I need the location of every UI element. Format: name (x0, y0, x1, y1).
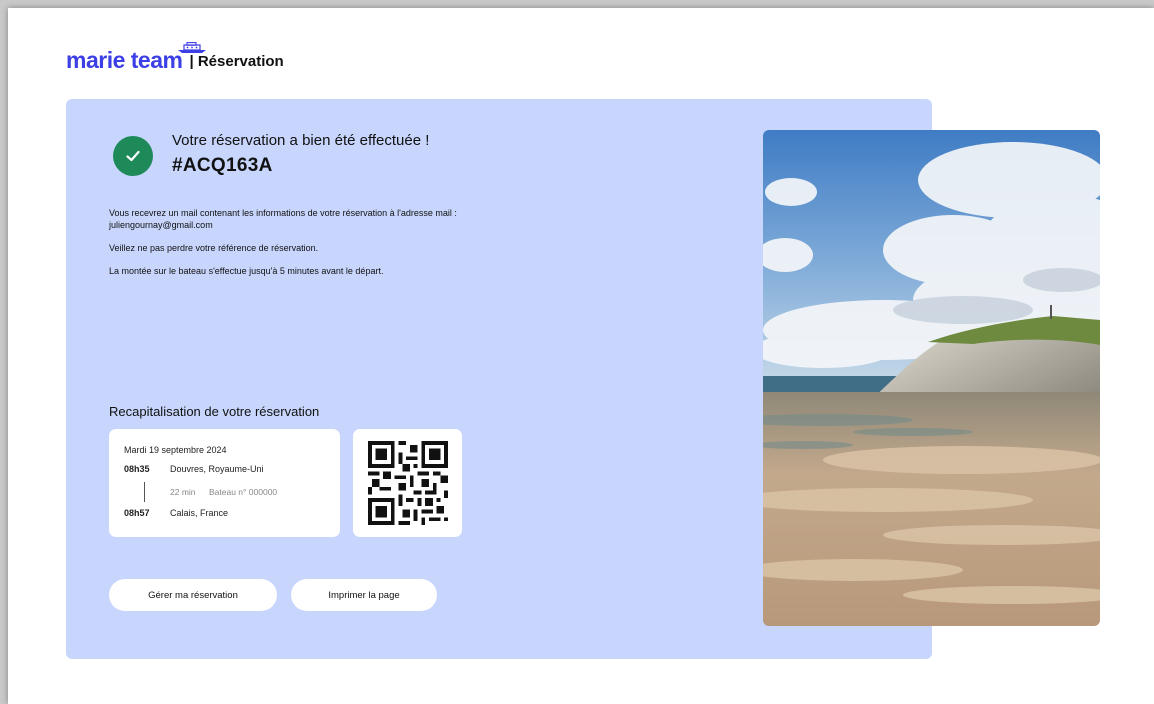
header-brand: marie team | Réservation (66, 42, 284, 72)
recap-title: Recapitalisation de votre réservation (109, 404, 320, 419)
info-email: juliengournay@gmail.com (109, 220, 213, 230)
arrival-place: Calais, France (170, 508, 229, 518)
trip-duration: 22 min (170, 487, 196, 497)
route-line (144, 482, 145, 502)
reservation-reference: #ACQ163A (172, 155, 273, 176)
manage-reservation-button[interactable]: Gérer ma réservation (109, 579, 277, 611)
check-circle-icon (113, 136, 153, 176)
section-label: | Réservation (189, 53, 284, 70)
info-reference-text: Veillez ne pas perdre votre référence de… (109, 243, 319, 253)
confirmation-title: Votre réservation a bien été effectuée ! (172, 132, 430, 149)
qr-card (353, 429, 462, 537)
boat-icon (178, 42, 206, 53)
trip-date: Mardi 19 septembre 2024 (124, 445, 227, 455)
coast-photo (763, 130, 1100, 626)
qr-code (367, 441, 448, 525)
info-mail-text: Vous recevrez un mail contenant les info… (109, 208, 457, 218)
info-boarding-text: La montée sur le bateau s'effectue jusqu… (109, 266, 384, 276)
departure-place: Douvres, Royaume-Uni (170, 464, 264, 474)
brand-logo[interactable]: marie team (66, 42, 206, 72)
arrival-time: 08h57 (124, 508, 150, 518)
print-page-button[interactable]: Imprimer la page (291, 579, 437, 611)
departure-time: 08h35 (124, 464, 150, 474)
boat-number: Bateau n° 000000 (209, 487, 278, 497)
